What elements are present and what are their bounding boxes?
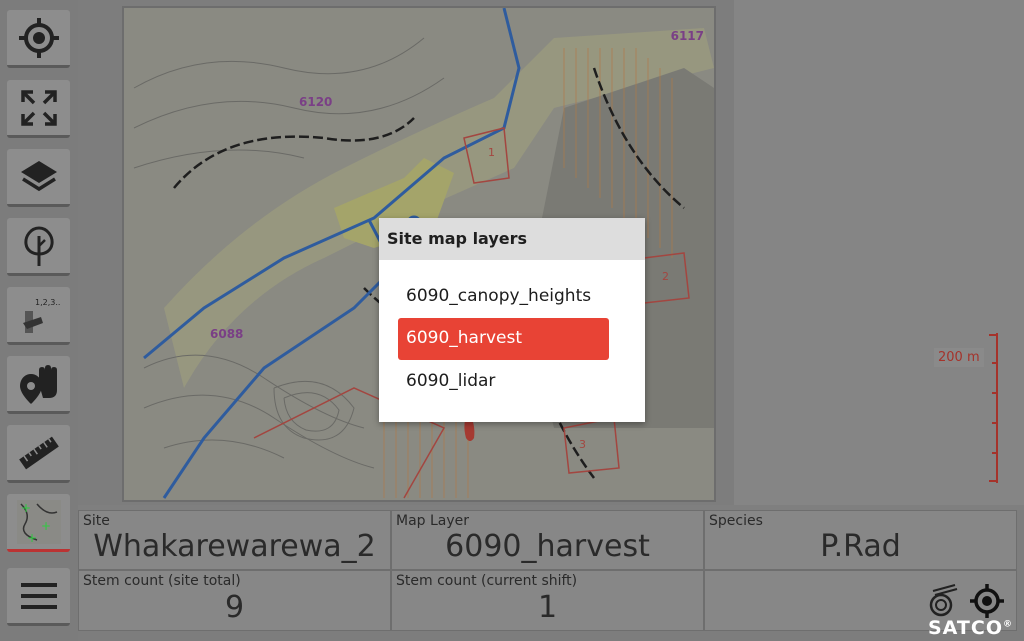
info-panel: Site Whakarewarewa_2 Map Layer 6090_harv… — [78, 510, 1024, 641]
locate-button[interactable] — [7, 10, 70, 68]
brand-name: SATCO — [928, 617, 1003, 639]
stem-count-site-label: Stem count (site total) — [83, 573, 241, 589]
fullscreen-icon — [20, 89, 57, 126]
menu-icon — [20, 582, 57, 609]
ruler-icon — [18, 436, 59, 469]
scale-label: 200 m — [934, 348, 984, 367]
tracks-button[interactable]: + + + — [7, 494, 70, 552]
stem-count-shift-cell: Stem count (current shift) 1 — [391, 570, 704, 631]
tag-pin-button[interactable] — [7, 356, 70, 414]
gps-status-icon — [970, 584, 1004, 618]
site-label: Site — [83, 513, 110, 529]
layer-option[interactable]: 6090_canopy_heights — [398, 276, 609, 318]
svg-text:+: + — [27, 531, 37, 544]
map-block-label: 6120 — [299, 95, 332, 109]
map-block-label: 6088 — [210, 327, 243, 341]
ruler-button[interactable] — [7, 425, 70, 483]
species-label: Species — [709, 513, 763, 529]
species-cell: Species P.Rad — [704, 510, 1017, 570]
tag-pin-icon — [19, 364, 57, 404]
map-layer-label: Map Layer — [396, 513, 470, 529]
tree-icon — [23, 225, 54, 266]
stem-count-button[interactable]: 1,2,3.. — [7, 287, 70, 345]
site-value: Whakarewarewa_2 — [93, 529, 376, 564]
satco-logo: SATCO® — [928, 617, 1013, 639]
map-layer-cell: Map Layer 6090_harvest — [391, 510, 704, 570]
harvest-area-label: 1 — [488, 146, 495, 159]
left-toolbar: 1,2,3.. + + + — [0, 0, 78, 641]
registered-mark: ® — [1002, 619, 1013, 630]
map-layer-value: 6090_harvest — [445, 529, 650, 564]
scale-bar — [989, 333, 998, 483]
layer-option-selected[interactable]: 6090_harvest — [398, 318, 609, 360]
dialog-title: Site map layers — [379, 218, 645, 260]
fullscreen-button[interactable] — [7, 80, 70, 138]
site-cell: Site Whakarewarewa_2 — [78, 510, 391, 570]
menu-button[interactable] — [7, 568, 70, 626]
tree-button[interactable] — [7, 218, 70, 276]
harvest-area-label: 2 — [662, 270, 669, 283]
layers-icon — [20, 160, 57, 191]
stem-count-site-cell: Stem count (site total) 9 — [78, 570, 391, 631]
stem-count-site-value: 9 — [224, 590, 245, 625]
stem-count-icon: 1,2,3.. — [22, 298, 60, 333]
stem-count-shift-value: 1 — [537, 590, 558, 625]
species-value: P.Rad — [820, 529, 901, 564]
svg-text:+: + — [21, 501, 31, 515]
harvest-area-label: 3 — [579, 438, 586, 451]
site-map-layers-dialog: Site map layers 6090_canopy_heights 6090… — [379, 218, 645, 422]
log-roll-icon — [929, 584, 958, 617]
locate-icon — [18, 17, 59, 58]
map-block-label: 6117 — [671, 29, 704, 43]
stem-count-shift-label: Stem count (current shift) — [396, 573, 578, 589]
map-blank-area — [734, 0, 1024, 505]
tracks-icon: + + + — [16, 499, 61, 544]
svg-text:+: + — [41, 519, 51, 533]
layers-button[interactable] — [7, 149, 70, 207]
svg-text:1,2,3..: 1,2,3.. — [35, 298, 60, 307]
layer-option[interactable]: 6090_lidar — [398, 361, 609, 403]
